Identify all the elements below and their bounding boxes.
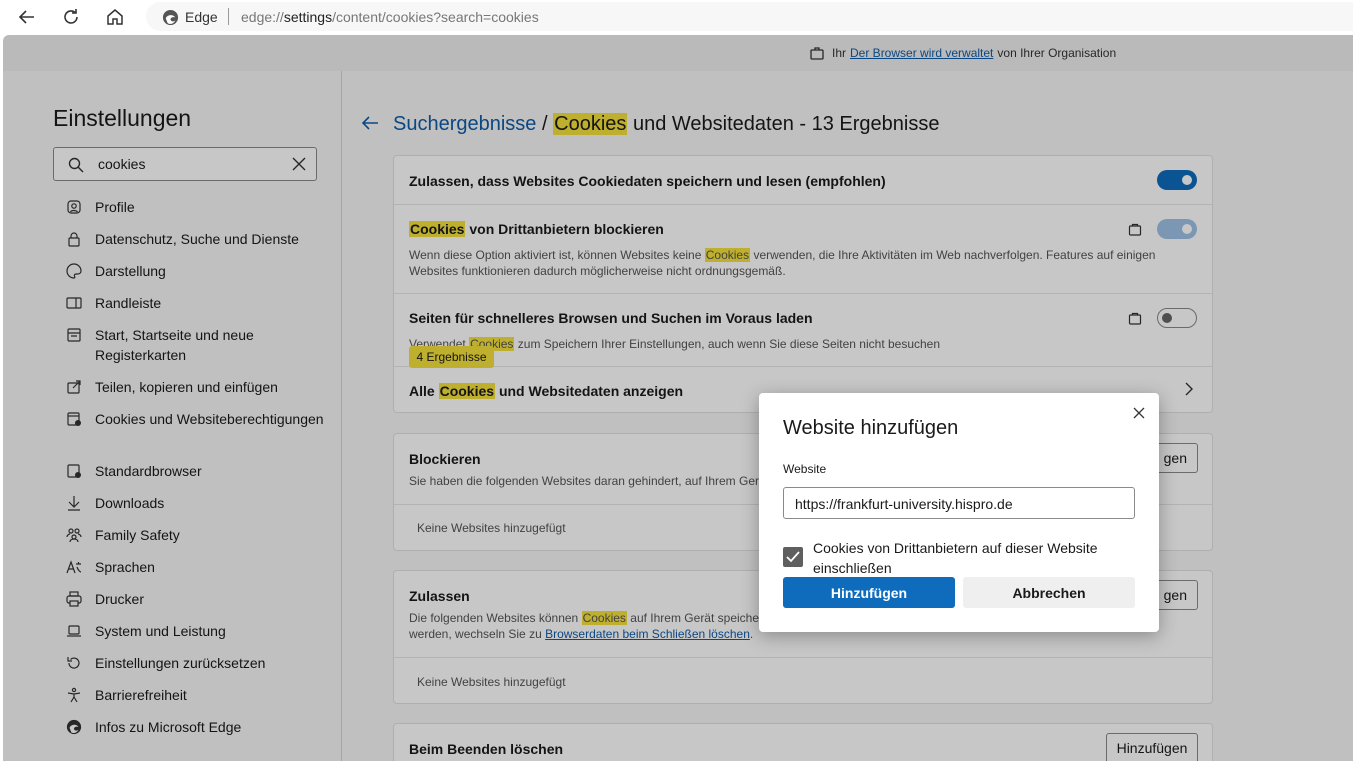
home-icon xyxy=(107,9,123,25)
third-party-checkbox[interactable] xyxy=(783,547,803,567)
edge-logo-icon xyxy=(162,9,179,26)
address-separator xyxy=(228,8,229,25)
address-bar[interactable]: Edge edge://settings/content/cookies?sea… xyxy=(146,2,1353,31)
dialog-title: Website hinzufügen xyxy=(783,417,959,439)
url-text[interactable]: edge://settings/content/cookies?search=c… xyxy=(241,9,539,25)
back-arrow-icon xyxy=(18,10,34,24)
checkmark-icon xyxy=(786,551,800,563)
third-party-checkbox-label: Cookies von Drittanbietern auf dieser We… xyxy=(813,540,1098,576)
home-button[interactable] xyxy=(102,4,128,30)
add-website-dialog: Website hinzufügen Website https://frank… xyxy=(759,393,1159,632)
website-input[interactable]: https://frankfurt-university.hispro.de xyxy=(783,487,1135,519)
url-path: /content/cookies?search=cookies xyxy=(332,9,539,25)
add-button[interactable]: Hinzufügen xyxy=(783,577,955,608)
refresh-button[interactable] xyxy=(58,4,84,30)
website-field-label: Website xyxy=(783,462,827,476)
url-host: settings xyxy=(283,9,333,25)
close-icon xyxy=(1133,407,1145,419)
browser-toolbar: Edge edge://settings/content/cookies?sea… xyxy=(0,0,1353,33)
dialog-close-button[interactable] xyxy=(1129,403,1149,423)
cancel-button[interactable]: Abbrechen xyxy=(963,577,1135,608)
url-prefix: edge:// xyxy=(241,9,284,25)
refresh-icon xyxy=(64,9,78,24)
edge-label: Edge xyxy=(185,9,218,25)
back-button[interactable] xyxy=(14,4,40,30)
